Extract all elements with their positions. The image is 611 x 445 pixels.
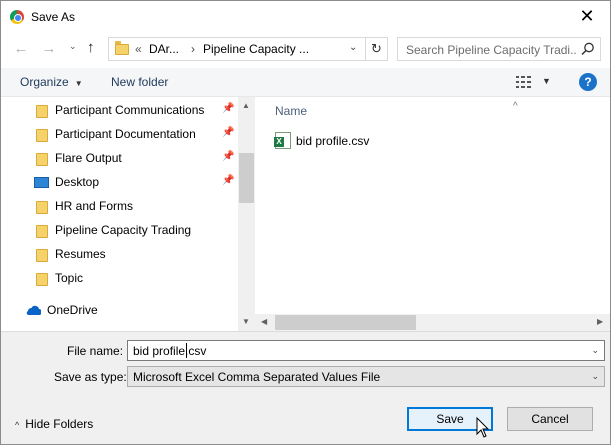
search-box[interactable]: Search Pipeline Capacity Tradi... xyxy=(397,37,601,61)
chrome-app-icon xyxy=(10,10,24,24)
folder-icon xyxy=(36,273,48,286)
navigation-scrollbar[interactable]: ▲ ▼ xyxy=(238,97,255,331)
file-name-label: bid profile.csv xyxy=(296,134,370,148)
chevron-down-icon[interactable]: ⌄ xyxy=(591,371,599,382)
sidebar-item-flare-output[interactable]: Flare Output 📌 xyxy=(1,146,238,170)
sidebar-item-label: Resumes xyxy=(55,247,106,261)
refresh-icon[interactable]: ↻ xyxy=(365,38,387,60)
breadcrumb-overflow[interactable]: « xyxy=(135,42,142,56)
mouse-pointer-icon xyxy=(476,417,490,438)
scroll-left-icon[interactable]: ◀ xyxy=(261,317,267,326)
chevron-up-icon: ^ xyxy=(15,420,20,430)
organize-menu-button[interactable]: Organize ▼ xyxy=(20,75,83,89)
text-cursor xyxy=(186,343,187,358)
command-bar: Organize ▼ New folder ▼ ? xyxy=(1,68,610,97)
view-options-icon[interactable] xyxy=(516,76,534,88)
pin-icon: 📌 xyxy=(222,151,235,162)
save-as-type-label: Save as type: xyxy=(54,370,127,384)
folder-icon xyxy=(36,129,48,142)
hide-folders-label: Hide Folders xyxy=(25,417,94,431)
sidebar-item-label: Flare Output xyxy=(55,151,122,165)
breadcrumb-item-dar[interactable]: DAr... xyxy=(149,42,179,56)
save-as-type-value: Microsoft Excel Comma Separated Values F… xyxy=(133,370,381,384)
folder-icon xyxy=(36,201,48,214)
recent-locations-chevron-icon[interactable]: ⌄ xyxy=(69,41,77,52)
breadcrumb-item-pipeline[interactable]: Pipeline Capacity ... xyxy=(203,42,309,56)
sidebar-item-label: Desktop xyxy=(55,175,100,189)
title-bar[interactable]: Save As ✕ xyxy=(1,1,610,32)
hide-folders-button[interactable]: ^ Hide Folders xyxy=(15,417,93,431)
folder-icon xyxy=(115,41,129,55)
sidebar-item-label: Participant Communications xyxy=(55,103,205,117)
dialog-title: Save As xyxy=(31,10,76,24)
pin-icon: 📌 xyxy=(222,103,235,114)
folder-icon xyxy=(36,153,48,166)
address-bar[interactable]: « DAr... › Pipeline Capacity ... ⌄ ↻ xyxy=(108,37,388,61)
search-icon[interactable] xyxy=(580,41,596,57)
sidebar-item-hr-and-forms[interactable]: HR and Forms xyxy=(1,194,238,218)
folder-icon xyxy=(36,249,48,262)
new-folder-button[interactable]: New folder xyxy=(111,75,168,89)
sidebar-item-pipeline-capacity-trading[interactable]: Pipeline Capacity Trading xyxy=(1,218,238,242)
pin-icon: 📌 xyxy=(222,175,235,186)
close-button[interactable]: ✕ xyxy=(564,1,610,32)
sidebar-item-label: Pipeline Capacity Trading xyxy=(55,223,192,237)
view-caret-down-icon[interactable]: ▼ xyxy=(542,76,551,86)
scroll-down-icon[interactable]: ▼ xyxy=(242,317,250,326)
sidebar-item-onedrive[interactable]: OneDrive xyxy=(1,298,238,322)
breadcrumb-separator[interactable]: › xyxy=(191,42,195,56)
navigation-pane: Participant Communications 📌 Participant… xyxy=(1,97,254,331)
forward-icon[interactable]: → xyxy=(39,41,59,57)
file-list-pane: Name ^ bid profile.csv xyxy=(255,97,610,331)
file-list-horizontal-scrollbar[interactable]: ◀ ▶ xyxy=(255,314,610,331)
save-as-dialog: Save As ✕ ← → ⌄ ↑ « DAr... › Pipeline Ca… xyxy=(0,0,611,445)
sidebar-item-participant-documentation[interactable]: Participant Documentation 📌 xyxy=(1,122,238,146)
excel-csv-icon xyxy=(274,132,291,149)
sidebar-item-label: Participant Documentation xyxy=(55,127,196,141)
scrollbar-thumb[interactable] xyxy=(275,315,416,330)
back-icon[interactable]: ← xyxy=(11,41,31,57)
sidebar-item-label: HR and Forms xyxy=(55,199,134,213)
cancel-button[interactable]: Cancel xyxy=(507,407,593,431)
chevron-down-icon[interactable]: ⌄ xyxy=(591,345,599,356)
column-header-label: Name xyxy=(275,104,308,118)
caret-down-icon: ▼ xyxy=(74,79,83,88)
folder-icon xyxy=(36,225,48,238)
scroll-up-icon[interactable]: ▲ xyxy=(242,101,250,110)
file-name-label: File name: xyxy=(67,344,124,358)
sidebar-item-label: Topic xyxy=(55,271,84,285)
desktop-icon xyxy=(34,177,49,188)
sidebar-item-topic[interactable]: Topic xyxy=(1,266,238,290)
sidebar-item-participant-communications[interactable]: Participant Communications 📌 xyxy=(1,98,238,122)
file-item[interactable]: bid profile.csv xyxy=(271,131,471,151)
save-as-type-select[interactable]: Microsoft Excel Comma Separated Values F… xyxy=(127,366,605,387)
organize-label: Organize xyxy=(20,75,69,89)
file-name-field[interactable]: bid profile.csv ⌄ xyxy=(127,340,605,361)
sidebar-item-label: OneDrive xyxy=(47,303,98,317)
folder-icon xyxy=(36,105,48,118)
pin-icon: 📌 xyxy=(222,127,235,138)
scrollbar-thumb[interactable] xyxy=(239,153,254,203)
up-arrow-icon[interactable]: ↑ xyxy=(87,39,95,56)
address-history-chevron-icon[interactable]: ⌄ xyxy=(349,42,357,53)
name-column-header[interactable]: Name ^ xyxy=(275,101,518,118)
scroll-right-icon[interactable]: ▶ xyxy=(597,317,603,326)
save-options-panel: File name: bid profile.csv ⌄ Save as typ… xyxy=(1,331,610,444)
help-icon[interactable]: ? xyxy=(579,73,597,91)
sidebar-item-resumes[interactable]: Resumes xyxy=(1,242,238,266)
sort-caret-icon: ^ xyxy=(513,101,518,112)
search-input[interactable]: Search Pipeline Capacity Tradi... xyxy=(406,43,576,57)
file-name-input[interactable]: bid profile.csv xyxy=(133,344,206,358)
onedrive-icon xyxy=(26,305,41,315)
sidebar-item-desktop[interactable]: Desktop 📌 xyxy=(1,170,238,194)
